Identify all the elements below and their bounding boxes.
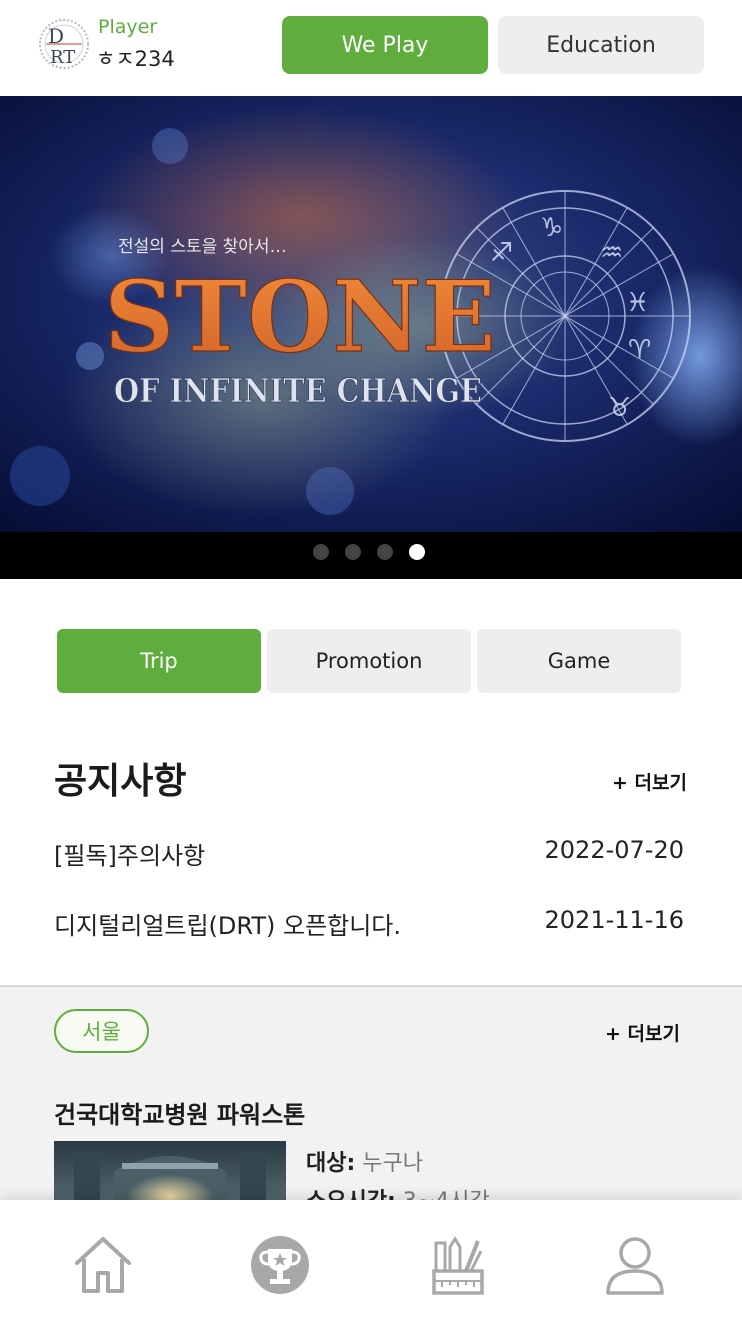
notice-title: [필독]주의사항 <box>54 842 206 870</box>
player-name: ㅎㅈ234 <box>96 47 175 71</box>
svg-text:♉: ♉ <box>608 393 631 423</box>
drt-logo[interactable]: D RT <box>36 16 92 72</box>
tab-game[interactable]: Game <box>477 629 681 693</box>
banner-subtitle: 전설의 스토을 찾아서… <box>118 237 287 257</box>
notices-more-link[interactable]: + 더보기 <box>612 768 687 795</box>
svg-text:♈: ♈ <box>628 335 651 365</box>
region-more-link[interactable]: + 더보기 <box>605 1019 680 1046</box>
svg-text:♓: ♓ <box>626 288 649 318</box>
region-section: 서울 + 더보기 건국대학교병원 파워스톤 대상: 누구나 <box>0 985 742 1215</box>
bottom-nav <box>0 1200 742 1328</box>
tab-trip[interactable]: Trip <box>57 629 261 693</box>
notice-title: 디지털리얼트립(DRT) 오픈합니다. <box>54 912 402 940</box>
slide-dot-1[interactable] <box>313 544 329 560</box>
app-header: D RT Player ㅎㅈ234 We Play Education <box>0 0 742 96</box>
banner-title: STONE <box>104 260 496 375</box>
tab-promotion[interactable]: Promotion <box>267 629 471 693</box>
notice-item[interactable]: [필독]주의사항 2022-07-20 <box>54 836 684 871</box>
place-target: 대상: 누구나 <box>306 1151 424 1176</box>
we-play-button[interactable]: We Play <box>282 16 488 74</box>
banner-image[interactable]: ♑ ♒ ♓ ♈ ♉ ♐ 전설의 스토을 찾아서… STONE OF INFINI… <box>0 96 742 532</box>
notice-date: 2021-11-16 <box>544 906 684 934</box>
slide-dot-3[interactable] <box>377 544 393 560</box>
home-icon <box>75 1237 131 1293</box>
svg-text:RT: RT <box>50 47 75 68</box>
svg-text:♑: ♑ <box>540 213 563 243</box>
notices-title: 공지사항 <box>54 761 187 802</box>
nav-tools[interactable] <box>423 1230 493 1300</box>
region-pill-seoul[interactable]: 서울 <box>54 1009 149 1053</box>
slider-dots <box>0 532 742 579</box>
banner-title-secondary: OF INFINITE CHANGE <box>114 371 482 410</box>
trophy-icon <box>251 1236 309 1294</box>
nav-profile[interactable] <box>600 1230 670 1300</box>
nav-trophy[interactable] <box>245 1230 315 1300</box>
nav-home[interactable] <box>68 1230 138 1300</box>
slide-dot-4-active[interactable] <box>409 544 425 560</box>
education-button[interactable]: Education <box>498 16 704 74</box>
place-title[interactable]: 건국대학교병원 파워스톤 <box>54 1095 305 1130</box>
notice-item[interactable]: 디지털리얼트립(DRT) 오픈합니다. 2021-11-16 <box>54 906 684 941</box>
profile-icon <box>606 1237 664 1295</box>
notice-date: 2022-07-20 <box>544 836 684 864</box>
player-label: Player <box>98 16 158 38</box>
svg-text:♒: ♒ <box>600 238 623 268</box>
slide-dot-2[interactable] <box>345 544 361 560</box>
tools-icon <box>432 1236 484 1295</box>
